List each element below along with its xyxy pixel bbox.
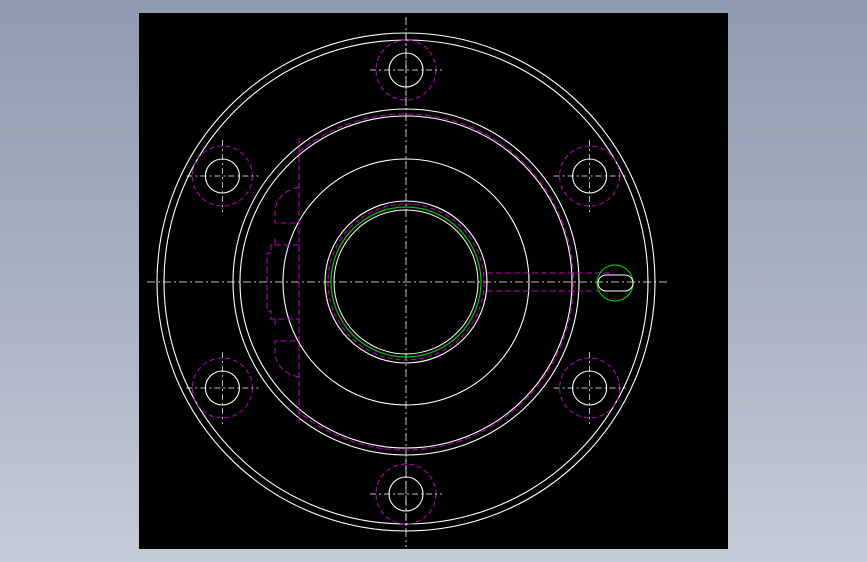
side-port bbox=[596, 264, 634, 302]
port-green-circle bbox=[596, 264, 634, 302]
centerlines bbox=[147, 17, 667, 547]
hidden-pocket-lower bbox=[274, 340, 300, 378]
bolt-hole bbox=[553, 140, 626, 212]
cad-drawing-viewport[interactable] bbox=[139, 13, 728, 549]
port-slot bbox=[597, 274, 634, 292]
bolt-hole bbox=[553, 352, 626, 424]
flange-front-view-drawing bbox=[147, 17, 667, 547]
bolt-hole bbox=[186, 352, 259, 424]
hidden-pocket-upper bbox=[274, 186, 300, 224]
bolt-hole bbox=[186, 140, 259, 212]
